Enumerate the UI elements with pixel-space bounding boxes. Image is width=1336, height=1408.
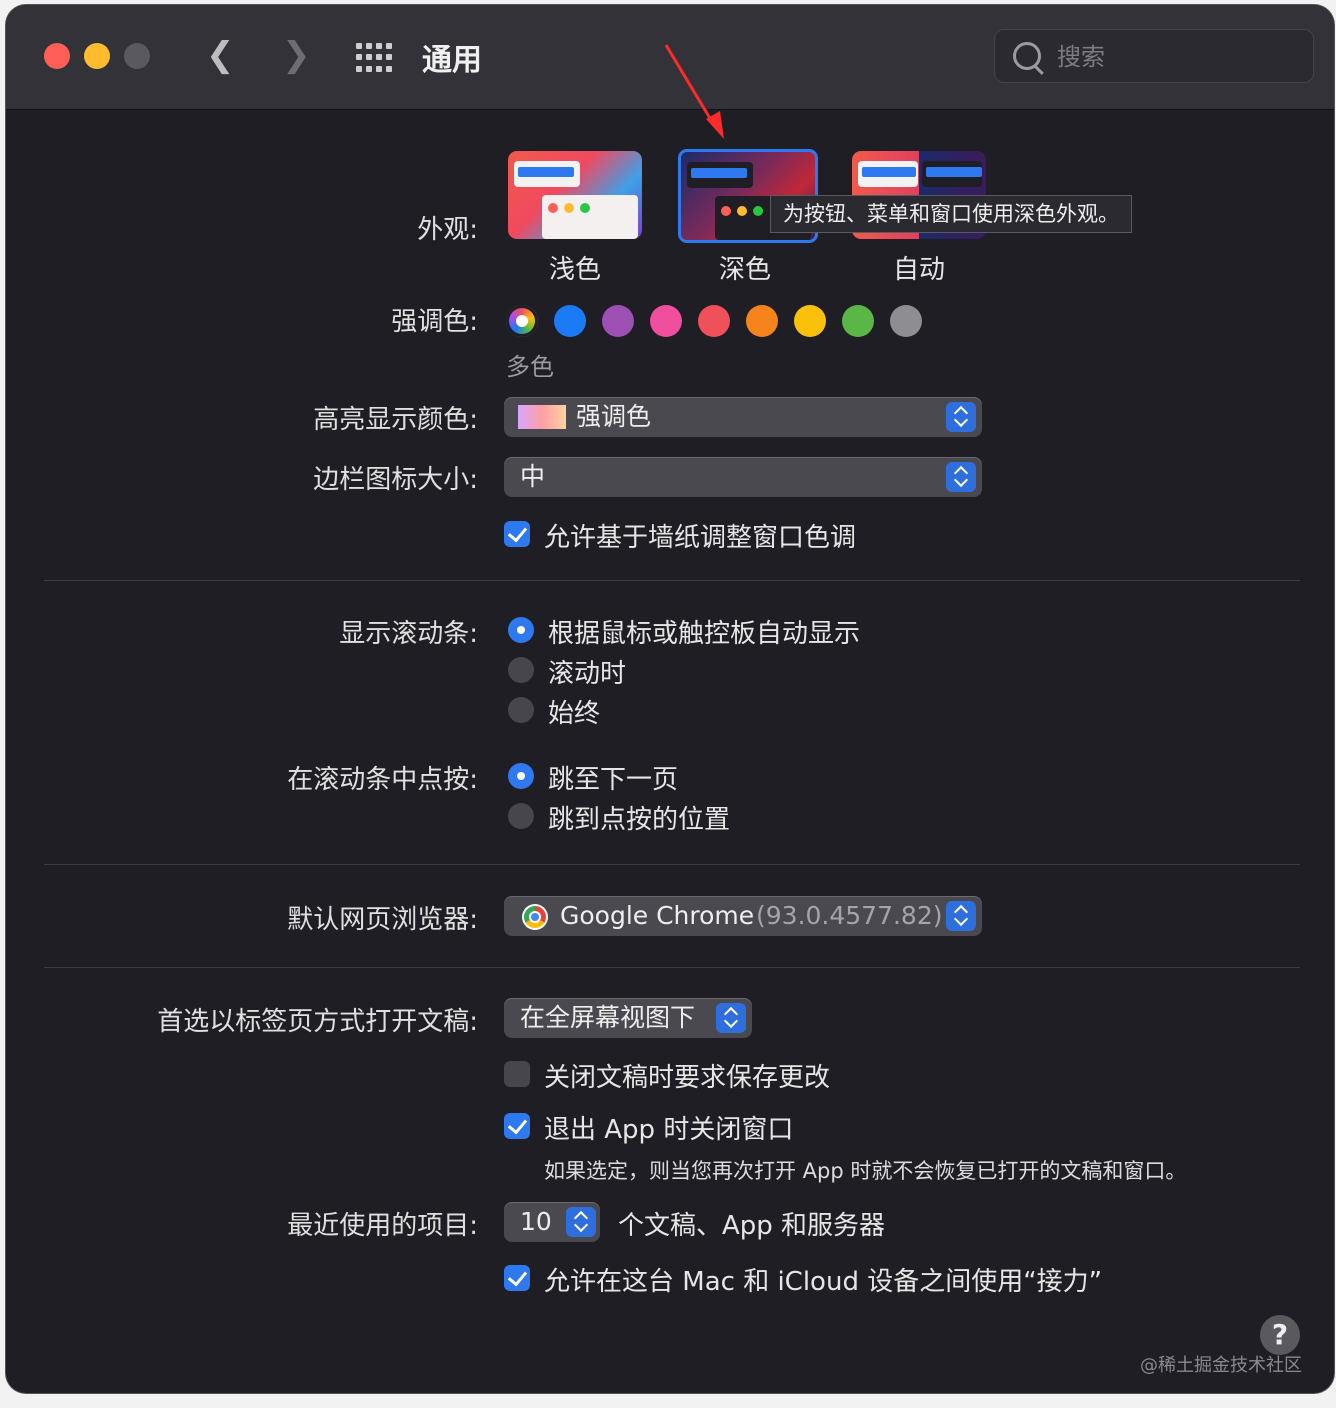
- sidebar-icon-size-label: 边栏图标大小:: [313, 465, 478, 495]
- search-icon: [1013, 42, 1041, 70]
- scrollbars-auto-radio[interactable]: [508, 617, 534, 643]
- help-button[interactable]: ?: [1260, 1315, 1300, 1355]
- scrollbars-scrolling-radio[interactable]: [508, 657, 534, 683]
- chrome-icon: [522, 904, 548, 930]
- accent-purple-swatch[interactable]: [602, 305, 634, 337]
- scrollbars-auto-label: 根据鼠标或触控板自动显示: [548, 619, 861, 649]
- ask-save-label: 关闭文稿时要求保存更改: [544, 1063, 831, 1093]
- recent-items-suffix: 个文稿、App 和服务器: [618, 1211, 886, 1241]
- ask-save-checkbox[interactable]: [504, 1061, 530, 1087]
- browser-stepper-icon: [946, 901, 976, 931]
- recent-items-popup[interactable]: 10: [504, 1202, 600, 1242]
- close-windows-hint: 如果选定，则当您再次打开 App 时就不会恢复已打开的文稿和窗口。: [544, 1159, 1187, 1183]
- recent-items-label: 最近使用的项目:: [287, 1211, 478, 1241]
- default-browser-label: 默认网页浏览器:: [287, 905, 478, 935]
- click-scrollbar-label: 在滚动条中点按:: [287, 765, 478, 795]
- annotation-arrow-icon: [664, 44, 724, 139]
- recent-stepper-icon: [566, 1207, 596, 1237]
- sidebar-icon-size-popup[interactable]: 中: [504, 457, 982, 497]
- close-windows-label: 退出 App 时关闭窗口: [544, 1115, 794, 1145]
- show-scrollbars-label: 显示滚动条:: [339, 619, 478, 649]
- search-input[interactable]: [1055, 40, 1299, 74]
- appearance-dark-caption: 深色: [718, 255, 771, 285]
- show-all-grid-icon[interactable]: [356, 43, 392, 73]
- prefer-tabs-label: 首选以标签页方式打开文稿:: [157, 1007, 478, 1037]
- close-window-button[interactable]: [44, 43, 70, 69]
- divider: [44, 967, 1300, 968]
- click-next-page-label: 跳至下一页: [548, 765, 679, 795]
- accent-multicolor-swatch[interactable]: [506, 305, 538, 337]
- divider: [44, 580, 1300, 581]
- accent-graphite-swatch[interactable]: [890, 305, 922, 337]
- appearance-label: 外观:: [417, 215, 478, 245]
- scrollbars-scrolling-label: 滚动时: [548, 659, 627, 689]
- close-windows-checkbox[interactable]: [504, 1113, 530, 1139]
- click-jump-spot-radio[interactable]: [508, 803, 534, 829]
- handoff-label: 允许在这台 Mac 和 iCloud 设备之间使用“接力”: [544, 1267, 1103, 1297]
- forward-icon[interactable]: ❯: [282, 35, 311, 75]
- sidebar-icon-size-value: 中: [520, 462, 546, 491]
- accent-orange-swatch[interactable]: [746, 305, 778, 337]
- tabs-stepper-icon: [716, 1003, 746, 1033]
- highlight-stepper-icon: [946, 402, 976, 432]
- appearance-light-caption: 浅色: [548, 255, 601, 285]
- accent-yellow-swatch[interactable]: [794, 305, 826, 337]
- highlight-color-value: 强调色: [576, 402, 652, 431]
- wallpaper-tint-checkbox[interactable]: [504, 521, 530, 547]
- scrollbars-always-radio[interactable]: [508, 697, 534, 723]
- accent-red-swatch[interactable]: [698, 305, 730, 337]
- back-icon[interactable]: ❮: [206, 35, 235, 75]
- minimize-window-button[interactable]: [84, 43, 110, 69]
- default-browser-popup[interactable]: Google Chrome (93.0.4577.82): [504, 896, 982, 936]
- prefer-tabs-value: 在全屏幕视图下: [520, 1003, 696, 1032]
- appearance-light-thumbnail[interactable]: [508, 151, 642, 239]
- accent-pink-swatch[interactable]: [650, 305, 682, 337]
- default-browser-version: (93.0.4577.82): [756, 901, 943, 930]
- accent-blue-swatch[interactable]: [554, 305, 586, 337]
- appearance-tooltip: 为按钮、菜单和窗口使用深色外观。: [770, 195, 1132, 233]
- click-next-page-radio[interactable]: [508, 763, 534, 789]
- window-title: 通用: [422, 43, 482, 78]
- appearance-auto-caption: 自动: [892, 255, 945, 285]
- default-browser-name: Google Chrome: [560, 901, 755, 930]
- search-field[interactable]: [994, 29, 1314, 83]
- scrollbars-always-label: 始终: [548, 699, 601, 729]
- highlight-color-preview: [518, 405, 566, 429]
- accent-caption: 多色: [506, 353, 554, 381]
- zoom-window-button[interactable]: [124, 43, 150, 69]
- click-jump-spot-label: 跳到点按的位置: [548, 805, 731, 835]
- highlight-color-popup[interactable]: 强调色: [504, 397, 982, 437]
- recent-items-value: 10: [520, 1207, 552, 1236]
- wallpaper-tint-label: 允许基于墙纸调整窗口色调: [544, 523, 857, 553]
- prefer-tabs-popup[interactable]: 在全屏幕视图下: [504, 998, 752, 1038]
- watermark: @稀土掘金技术社区: [1140, 1355, 1302, 1376]
- sidebar-stepper-icon: [946, 462, 976, 492]
- divider: [44, 864, 1300, 865]
- accent-green-swatch[interactable]: [842, 305, 874, 337]
- handoff-checkbox[interactable]: [504, 1265, 530, 1291]
- highlight-color-label: 高亮显示颜色:: [313, 405, 478, 435]
- preferences-window: ❮ ❯ 通用 外观:: [6, 5, 1334, 1393]
- accent-color-label: 强调色:: [391, 307, 478, 337]
